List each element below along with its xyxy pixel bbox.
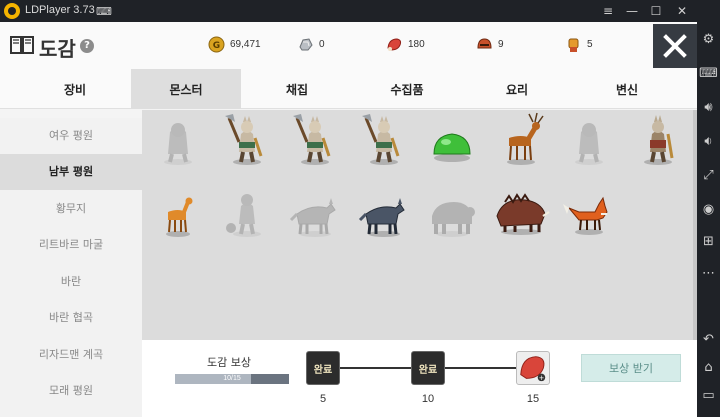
back-icon[interactable]: ↶: [697, 328, 720, 352]
tab-gathering[interactable]: 채집: [242, 69, 352, 109]
fawn-sprite-icon: [166, 197, 193, 237]
monster-grid: [142, 110, 693, 362]
monster-card[interactable]: [559, 184, 619, 240]
monster-card[interactable]: [217, 112, 277, 168]
gnoll-sprite-icon: [575, 123, 603, 165]
completed-reward-icon: 완료: [306, 351, 340, 385]
monster-card[interactable]: [354, 112, 414, 168]
meat-value: 180: [408, 39, 425, 50]
header: 도감 ? G 69,471 0 180 9 5: [0, 22, 697, 69]
gamepad-icon[interactable]: ⌨: [96, 5, 112, 18]
reward-panel: 도감 보상 10/15 완료 5 완료 10 + 15 보상 받기: [142, 340, 697, 417]
collection-progress-text: 10/15: [223, 375, 241, 382]
milestone-10[interactable]: 완료 10: [411, 351, 445, 405]
bear-sprite-icon: [432, 202, 475, 237]
region-item[interactable]: 남부 평원: [0, 154, 142, 190]
claim-reward-button[interactable]: 보상 받기: [581, 354, 681, 382]
monster-card[interactable]: [285, 112, 345, 168]
tab-collectibles[interactable]: 수집품: [352, 69, 462, 109]
emulator-sidebar: ⚙ ⌨ 🔊︎ 🔉︎ ⤢ ◉ ⊞ ⋯ ↶ ⌂ ▭: [697, 22, 720, 417]
collection-progress-bar: 10/15: [175, 374, 289, 384]
home-icon[interactable]: ⌂: [697, 356, 720, 380]
tab-equipment[interactable]: 장비: [20, 69, 130, 109]
region-item[interactable]: 리자드맨 계곡: [0, 337, 142, 373]
boar-sprite-icon: [495, 193, 550, 235]
gold-value: 69,471: [230, 39, 261, 50]
silver-value: 0: [319, 39, 325, 50]
tab-transform[interactable]: 변신: [572, 69, 682, 109]
helmet-icon: [477, 38, 492, 49]
monster-card[interactable]: [148, 112, 208, 168]
gnoll-sprite-icon: [164, 123, 192, 165]
completed-reward-icon: 완료: [411, 351, 445, 385]
milestone-5[interactable]: 완료 5: [306, 351, 340, 405]
fullscreen-icon[interactable]: ⤢: [697, 164, 720, 188]
slime-sprite-icon: [433, 133, 471, 162]
emulator-title: LDPlayer 3.73: [25, 4, 95, 16]
deer-sprite-icon: [506, 112, 544, 165]
monster-card[interactable]: [491, 112, 551, 168]
region-item[interactable]: 황무지: [0, 191, 142, 227]
silver-ore-icon: [299, 38, 313, 51]
wolf-sprite-icon: [358, 198, 405, 237]
help-icon[interactable]: ?: [80, 39, 94, 53]
helmet-value: 9: [498, 39, 504, 50]
grid-scrollbar[interactable]: [693, 110, 697, 362]
fist-value: 5: [587, 39, 593, 50]
add-icon[interactable]: ⊞: [697, 230, 720, 254]
region-item[interactable]: 리트바르 마굴: [0, 227, 142, 263]
region-item[interactable]: 모래 평원: [0, 373, 142, 409]
monster-card[interactable]: [148, 184, 208, 240]
fist-icon: [568, 38, 579, 52]
region-item[interactable]: 여우 평원: [0, 118, 142, 154]
close-button[interactable]: [653, 24, 697, 68]
gnoll-axe-sprite-icon: [361, 114, 399, 165]
region-item[interactable]: 바란 협곡: [0, 300, 142, 336]
region-list: 여우 평원 남부 평원 황무지 리트바르 마굴 바란 바란 협곡 리자드맨 계곡…: [0, 118, 142, 417]
game-screen: 도감 ? G 69,471 0 180 9 5 장비 몬스터 채집 수집품 요리…: [0, 22, 697, 417]
record-icon[interactable]: ◉: [697, 198, 720, 222]
maximize-button[interactable]: ☐: [646, 2, 666, 20]
menu-button[interactable]: ≡: [598, 2, 618, 20]
gnoll-ball-sprite-icon: [225, 194, 261, 237]
keyboard-icon[interactable]: ⌨: [697, 62, 720, 86]
svg-text:+: +: [539, 374, 545, 382]
reward-label: 도감 보상: [207, 356, 251, 369]
page-title: 도감: [39, 37, 76, 61]
monster-card[interactable]: [285, 184, 345, 240]
meat-icon: [387, 38, 402, 51]
book-icon: [10, 36, 34, 54]
gear-icon[interactable]: ⚙: [697, 28, 720, 52]
monster-card[interactable]: [491, 184, 551, 240]
recent-icon[interactable]: ▭: [697, 384, 720, 408]
monster-card[interactable]: [217, 184, 277, 240]
gnoll-warrior-sprite-icon: [643, 115, 673, 165]
tab-cooking[interactable]: 요리: [462, 69, 572, 109]
region-item[interactable]: 바란: [0, 264, 142, 300]
volume-down-icon[interactable]: 🔉︎: [697, 130, 720, 154]
monster-card[interactable]: [559, 112, 619, 168]
emulator-title-bar: LDPlayer 3.73 ⌨ ≡ — ☐ ✕: [0, 0, 720, 22]
monster-card[interactable]: [422, 184, 482, 240]
milestone-15[interactable]: + 15: [516, 351, 550, 405]
gold-coin-icon: G: [208, 36, 225, 53]
tab-monster[interactable]: 몬스터: [131, 69, 241, 109]
svg-text:G: G: [213, 41, 220, 51]
wolf-sprite-icon: [289, 198, 336, 237]
ldplayer-logo-icon: [4, 3, 20, 19]
close-window-button[interactable]: ✕: [672, 2, 692, 20]
minimize-button[interactable]: —: [622, 2, 642, 20]
gnoll-axe-sprite-icon: [293, 114, 331, 165]
meat-reward-icon: +: [516, 351, 550, 385]
monster-card[interactable]: [354, 184, 414, 240]
more-icon[interactable]: ⋯: [697, 262, 720, 286]
gnoll-axe-sprite-icon: [224, 114, 262, 165]
category-tabs: 장비 몬스터 채집 수집품 요리 변신: [0, 69, 697, 109]
monster-card[interactable]: [422, 112, 482, 168]
fox-sprite-icon: [563, 196, 608, 235]
monster-card[interactable]: [628, 112, 688, 168]
volume-up-icon[interactable]: 🔊︎: [697, 96, 720, 120]
